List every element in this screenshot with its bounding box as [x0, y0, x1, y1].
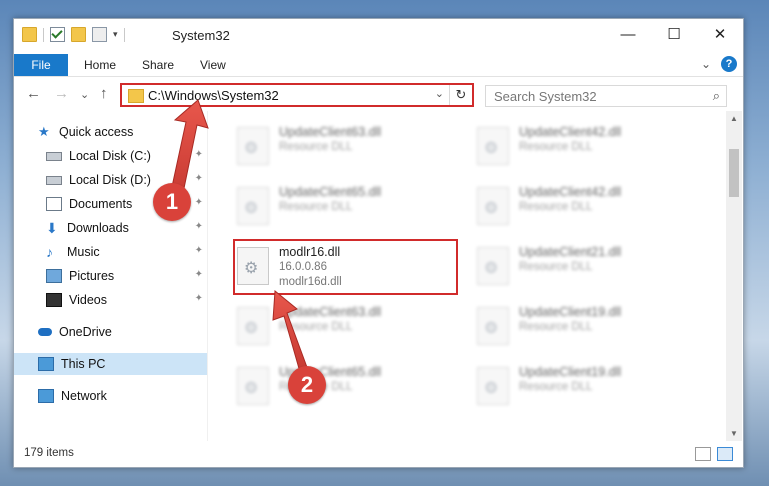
- callout-badge-2: 2: [288, 366, 326, 404]
- tutorial-arrows: [169, 99, 309, 373]
- callout-badge-1: 1: [153, 183, 191, 221]
- arrow-to-file: [272, 290, 309, 373]
